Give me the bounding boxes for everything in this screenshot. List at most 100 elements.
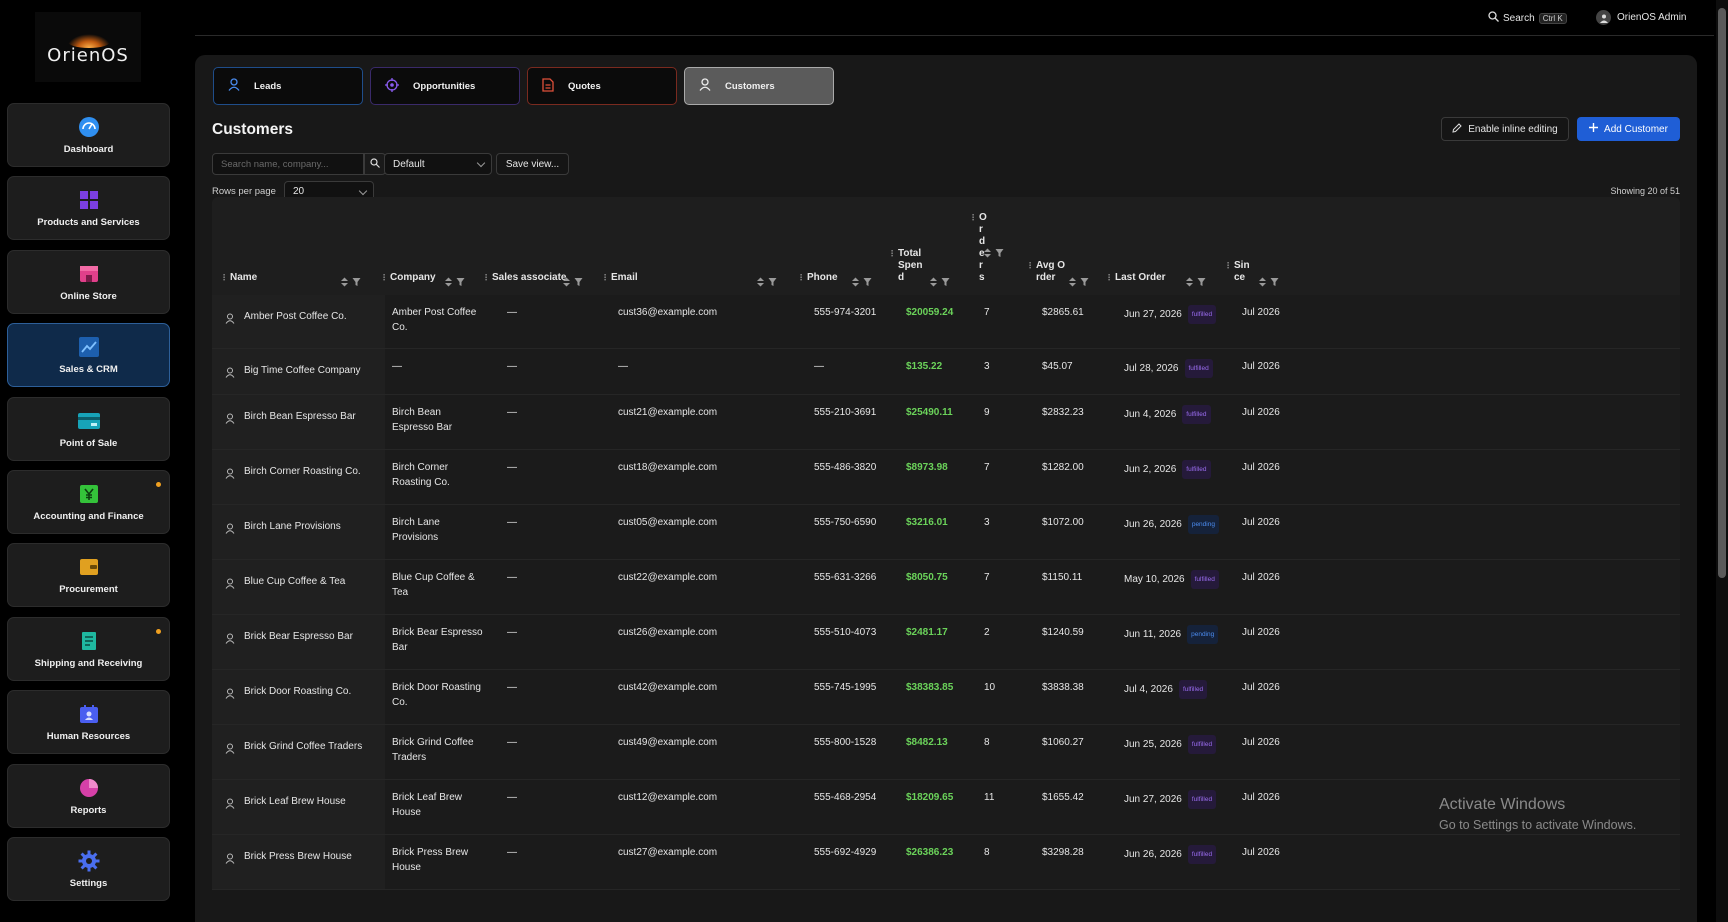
user-menu[interactable]: OrienOS Admin bbox=[1596, 10, 1686, 25]
save-view-button[interactable]: Save view... bbox=[496, 153, 569, 175]
drag-handle-icon[interactable]: ⋮ bbox=[220, 272, 228, 284]
tab-opportunities[interactable]: Opportunities bbox=[370, 67, 520, 105]
sidebar-item-accounting[interactable]: Accounting and Finance bbox=[7, 470, 170, 534]
top-bar bbox=[195, 0, 1714, 36]
column-header-email[interactable]: ⋮ Email bbox=[601, 272, 638, 284]
column-header-label: Phone bbox=[807, 272, 838, 283]
customer-search-input[interactable] bbox=[212, 153, 364, 175]
tab-customers[interactable]: Customers bbox=[684, 67, 834, 105]
sidebar-item-online-store[interactable]: Online Store bbox=[7, 250, 170, 314]
sidebar-item-shipping[interactable]: Shipping and Receiving bbox=[7, 617, 170, 681]
column-header-name[interactable]: ⋮ Name bbox=[220, 272, 257, 284]
table-row[interactable]: Blue Cup Coffee & Tea Blue Cup Coffee & T… bbox=[212, 560, 1680, 615]
column-header-total-spend[interactable]: ⋮ Total Spend bbox=[888, 248, 928, 284]
sort-icon[interactable] bbox=[1185, 274, 1194, 287]
table-row[interactable]: Brick Press Brew House Brick Press Brew H… bbox=[212, 835, 1680, 890]
sort-icon[interactable] bbox=[340, 274, 349, 287]
sort-icon[interactable] bbox=[1068, 274, 1077, 287]
status-badge: fulfilled bbox=[1184, 359, 1213, 378]
sort-icon[interactable] bbox=[562, 274, 571, 287]
email-cell: — bbox=[618, 361, 628, 372]
column-header-last-order[interactable]: ⋮ Last Order bbox=[1105, 272, 1166, 284]
filter-icon[interactable] bbox=[768, 274, 777, 286]
table-row[interactable]: Amber Post Coffee Co. Amber Post Coffee C… bbox=[212, 295, 1680, 349]
windows-activation-title: Activate Windows bbox=[1439, 796, 1566, 813]
sidebar-item-procurement[interactable]: Procurement bbox=[7, 543, 170, 607]
avg-order-cell: $3838.38 bbox=[1042, 682, 1084, 693]
tab-quotes[interactable]: Quotes bbox=[527, 67, 677, 105]
page-scrollbar[interactable] bbox=[1716, 0, 1728, 922]
user-name: OrienOS Admin bbox=[1617, 12, 1687, 23]
sort-icon[interactable] bbox=[929, 274, 938, 287]
filter-icon[interactable] bbox=[863, 274, 872, 286]
drag-handle-icon[interactable]: ⋮ bbox=[797, 272, 805, 284]
filter-icon[interactable] bbox=[941, 274, 950, 286]
saved-view-select[interactable]: Default bbox=[384, 153, 492, 175]
drag-handle-icon[interactable]: ⋮ bbox=[1105, 272, 1113, 284]
sidebar-item-sales-crm[interactable]: Sales & CRM bbox=[7, 323, 170, 387]
drag-handle-icon[interactable]: ⋮ bbox=[601, 272, 609, 284]
orders-cell: 7 bbox=[984, 307, 990, 318]
status-badge: fulfilled bbox=[1187, 845, 1217, 864]
sidebar-item-label: Human Resources bbox=[46, 730, 131, 742]
drag-handle-icon[interactable]: ⋮ bbox=[482, 272, 490, 284]
filter-icon[interactable] bbox=[456, 274, 465, 286]
tab-label: Quotes bbox=[568, 80, 601, 92]
enable-inline-editing-button[interactable]: Enable inline editing bbox=[1441, 117, 1569, 141]
filter-icon[interactable] bbox=[574, 274, 583, 286]
avg-order-cell: $1072.00 bbox=[1042, 517, 1084, 528]
customer-name: Birch Lane Provisions bbox=[244, 521, 341, 532]
sales-associate-cell: — bbox=[507, 517, 517, 528]
sort-icon[interactable] bbox=[756, 274, 765, 287]
add-customer-button[interactable]: Add Customer bbox=[1577, 117, 1680, 141]
table-row[interactable]: Big Time Coffee Company — — — — $135.22 3 $45.0… bbox=[212, 349, 1680, 395]
customer-name: Amber Post Coffee Co. bbox=[244, 311, 347, 322]
scrollbar-thumb[interactable] bbox=[1718, 8, 1726, 578]
sort-icon[interactable] bbox=[444, 274, 453, 287]
sort-icon[interactable] bbox=[1258, 274, 1267, 287]
global-search-button[interactable]: Search Ctrl K bbox=[1488, 11, 1567, 25]
drag-handle-icon[interactable]: ⋮ bbox=[969, 212, 977, 224]
column-header-phone[interactable]: ⋮ Phone bbox=[797, 272, 838, 284]
add-customer-label: Add Customer bbox=[1604, 123, 1668, 135]
column-header-company[interactable]: ⋮ Company bbox=[380, 272, 436, 284]
column-header-since[interactable]: ⋮ Since bbox=[1224, 260, 1254, 284]
sidebar: OrienOS Dashboard Products and Services … bbox=[0, 0, 178, 922]
email-cell: cust21@example.com bbox=[618, 407, 718, 418]
table-row[interactable]: Birch Bean Espresso Bar Birch Bean Espres… bbox=[212, 395, 1680, 450]
sidebar-item-human-resources[interactable]: Human Resources bbox=[7, 690, 170, 754]
sort-icon[interactable] bbox=[983, 245, 992, 258]
user-icon bbox=[225, 576, 235, 589]
table-row[interactable]: Brick Grind Coffee Traders Brick Grind Co… bbox=[212, 725, 1680, 780]
sidebar-item-point-of-sale[interactable]: Point of Sale bbox=[7, 397, 170, 461]
app-logo[interactable]: OrienOS bbox=[35, 12, 141, 82]
sidebar-item-reports[interactable]: Reports bbox=[7, 764, 170, 828]
column-header-avg-order[interactable]: ⋮ Avg Order bbox=[1026, 260, 1066, 284]
last-order-cell: Jun 4, 2026 fulfilled bbox=[1124, 405, 1211, 424]
user-icon bbox=[225, 311, 235, 324]
filter-icon[interactable] bbox=[1270, 274, 1279, 286]
customer-name: Brick Bear Espresso Bar bbox=[244, 631, 353, 642]
tab-leads[interactable]: Leads bbox=[213, 67, 363, 105]
sidebar-item-dashboard[interactable]: Dashboard bbox=[7, 103, 170, 167]
total-spend-cell: $8482.13 bbox=[906, 737, 948, 748]
table-row[interactable]: Brick Bear Espresso Bar Brick Bear Espres… bbox=[212, 615, 1680, 670]
filter-icon[interactable] bbox=[1080, 274, 1089, 286]
last-order-cell: Jun 25, 2026 fulfilled bbox=[1124, 735, 1217, 754]
gear-icon bbox=[78, 850, 100, 872]
drag-handle-icon[interactable]: ⋮ bbox=[1026, 260, 1034, 272]
table-row[interactable]: Birch Corner Roasting Co. Birch Corner Ro… bbox=[212, 450, 1680, 505]
drag-handle-icon[interactable]: ⋮ bbox=[888, 248, 896, 260]
table-row[interactable]: Brick Door Roasting Co. Brick Door Roasti… bbox=[212, 670, 1680, 725]
filter-icon[interactable] bbox=[995, 245, 1004, 257]
drag-handle-icon[interactable]: ⋮ bbox=[380, 272, 388, 284]
filter-icon[interactable] bbox=[1197, 274, 1206, 286]
drag-handle-icon[interactable]: ⋮ bbox=[1224, 260, 1232, 272]
table-row[interactable]: Birch Lane Provisions Birch Lane Provisio… bbox=[212, 505, 1680, 560]
search-submit-button[interactable] bbox=[364, 153, 386, 175]
filter-icon[interactable] bbox=[352, 274, 361, 286]
sidebar-item-settings[interactable]: Settings bbox=[7, 837, 170, 901]
sort-icon[interactable] bbox=[851, 274, 860, 287]
sidebar-item-products[interactable]: Products and Services bbox=[7, 176, 170, 240]
column-header-sales-associate[interactable]: ⋮ Sales associate bbox=[482, 272, 567, 284]
